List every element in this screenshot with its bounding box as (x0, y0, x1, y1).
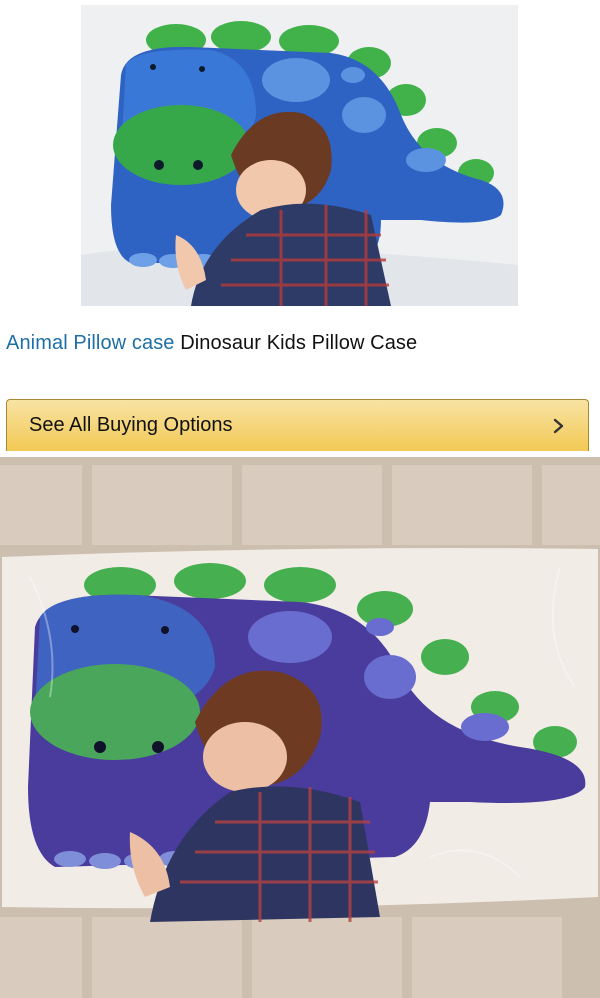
dinosaur-pillow-image (81, 5, 518, 306)
pillow-case-on-floor-image (0, 457, 600, 998)
buy-button-label: See All Buying Options (29, 414, 233, 436)
product-title: Animal Pillow case Dinosaur Kids Pillow … (6, 329, 596, 357)
received-product-photo[interactable] (0, 457, 600, 998)
chevron-right-icon (552, 418, 566, 434)
see-all-buying-options-button[interactable]: See All Buying Options (6, 399, 589, 451)
product-title-text: Dinosaur Kids Pillow Case (180, 332, 418, 354)
product-photo[interactable] (81, 5, 518, 306)
product-category-link[interactable]: Animal Pillow case (6, 332, 175, 354)
